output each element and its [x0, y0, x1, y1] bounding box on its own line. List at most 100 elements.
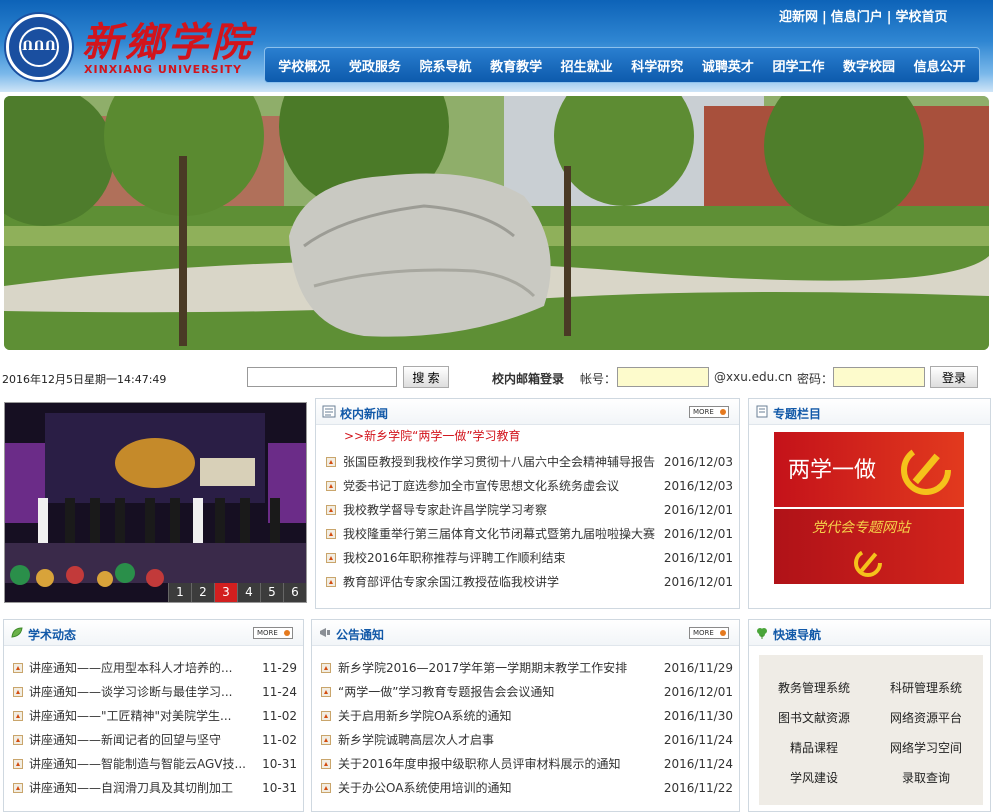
- nav-research[interactable]: 科学研究: [631, 56, 683, 75]
- nav-info-disclosure[interactable]: 信息公开: [914, 56, 966, 75]
- quicknav-grid: 教务管理系统 科研管理系统 图书文献资源 网络资源平台 精品课程 网络学习空间 …: [759, 655, 983, 805]
- mail-login-label: 校内邮箱登录: [492, 372, 565, 386]
- login-button[interactable]: 登录: [930, 366, 978, 388]
- list-item[interactable]: 关于启用新乡学院OA系统的通知 2016/11/30: [312, 704, 741, 728]
- top-link-freshman[interactable]: 迎新网: [779, 10, 818, 25]
- notices-header: 公告通知 MORE: [312, 620, 739, 646]
- list-item[interactable]: 关于办公OA系统使用培训的通知 2016/11/22: [312, 776, 741, 800]
- school-seal-logo[interactable]: ՈՈՈ: [6, 14, 72, 80]
- list-item[interactable]: 讲座通知——"工匠精神"对美院学生... 11-02: [4, 704, 305, 728]
- campus-news-more-button[interactable]: MORE: [689, 406, 729, 418]
- slideshow-pager: 1 2 3 4 5 6: [168, 583, 306, 602]
- list-item[interactable]: 我校教学督导专家赴许昌学院学习考察 2016/12/01: [316, 498, 741, 522]
- account-input[interactable]: [617, 367, 709, 387]
- quicknav-network-resources[interactable]: 网络资源平台: [890, 709, 962, 726]
- list-item[interactable]: 我校2016年职称推荐与评聘工作顺利结束 2016/12/01: [316, 546, 741, 570]
- campus-news-title: 校内新闻: [340, 407, 389, 421]
- list-item[interactable]: 教育部评估专家余国江教授莅临我校讲学 2016/12/01: [316, 570, 741, 594]
- news-date: 2016/12/01: [663, 527, 733, 541]
- school-name-logo[interactable]: 新鄉学院: [82, 10, 254, 68]
- arrow-bullet-icon: [326, 577, 336, 587]
- nav-youth-league[interactable]: 团学工作: [772, 56, 824, 75]
- document-icon: [756, 405, 768, 418]
- seal-emblem: ՈՈՈ: [19, 27, 59, 67]
- news-date: 2016/12/01: [663, 575, 733, 589]
- party-congress-banner[interactable]: 党代会专题网站: [774, 509, 964, 584]
- news-date: 2016/12/01: [663, 551, 733, 565]
- notices-list: 新乡学院2016—2017学年第一学期期末教学工作安排 2016/11/29 “两…: [312, 656, 741, 800]
- topics-header: 专题栏目: [749, 399, 990, 425]
- notices-more-button[interactable]: MORE: [689, 627, 729, 639]
- quicknav-library[interactable]: 图书文献资源: [778, 709, 850, 726]
- news-slideshow[interactable]: 1 2 3 4 5 6: [4, 402, 307, 603]
- search-input[interactable]: [247, 367, 397, 387]
- nav-departments[interactable]: 院系导航: [419, 56, 471, 75]
- list-item[interactable]: 张国臣教授到我校作学习贯彻十八届六中全会精神辅导报告 2016/12/03: [316, 450, 741, 474]
- current-datetime: 2016年12月5日星期一14:47:49: [2, 373, 167, 386]
- notice-date: 2016/11/22: [663, 781, 733, 795]
- two-studies-banner[interactable]: 两学一做: [774, 432, 964, 507]
- list-item[interactable]: 讲座通知——新闻记者的回望与坚守 11-02: [4, 728, 305, 752]
- arrow-bullet-icon: [326, 553, 336, 563]
- academic-title-text: 讲座通知——新闻记者的回望与坚守: [29, 733, 222, 747]
- list-item[interactable]: 新乡学院2016—2017学年第一学期期末教学工作安排 2016/11/29: [312, 656, 741, 680]
- academic-date: 11-02: [262, 733, 297, 747]
- academic-date: 11-24: [262, 685, 297, 699]
- slide-page-6[interactable]: 6: [283, 583, 306, 602]
- academic-more-button[interactable]: MORE: [253, 627, 293, 639]
- school-name-english: XINXIANG UNIVERSITY: [84, 63, 243, 76]
- slide-page-4[interactable]: 4: [237, 583, 260, 602]
- list-item[interactable]: 讲座通知——谈学习诊断与最佳学习... 11-24: [4, 680, 305, 704]
- search-button[interactable]: 搜 索: [403, 366, 449, 388]
- academic-list: 讲座通知——应用型本科人才培养的... 11-29 讲座通知——谈学习诊断与最佳学…: [4, 656, 305, 800]
- quicknav-admission-query[interactable]: 录取查询: [902, 769, 950, 786]
- list-item[interactable]: 新乡学院诚聘高层次人才启事 2016/11/24: [312, 728, 741, 752]
- list-item[interactable]: 讲座通知——自润滑刀具及其切削加工 10-31: [4, 776, 305, 800]
- campus-news-highlight[interactable]: >>新乡学院“两学一做”学习教育: [344, 427, 521, 444]
- party-emblem-icon: [854, 549, 882, 577]
- password-input[interactable]: [833, 367, 925, 387]
- nav-digital-campus[interactable]: 数字校园: [843, 56, 895, 75]
- site-header: ՈՈՈ 新鄉学院 XINXIANG UNIVERSITY 迎新网 | 信息门户 | 学校…: [0, 0, 993, 92]
- list-item[interactable]: 我校隆重举行第三届体育文化节闭幕式暨第九届啦啦操大赛 2016/12/01: [316, 522, 741, 546]
- list-item[interactable]: 党委书记丁庭选参加全市宣传思想文化系统务虚会议 2016/12/03: [316, 474, 741, 498]
- slide-page-3[interactable]: 3: [214, 583, 237, 602]
- quicknav-header: 快速导航: [749, 620, 990, 646]
- quicknav-study-style[interactable]: 学风建设: [790, 769, 838, 786]
- arrow-bullet-icon: [321, 663, 331, 673]
- quicknav-academic-affairs[interactable]: 教务管理系统: [778, 679, 850, 696]
- search-login-bar: 2016年12月5日星期一14:47:49 搜 索 校内邮箱登录 帐号： @xx…: [0, 362, 993, 392]
- slide-page-5[interactable]: 5: [260, 583, 283, 602]
- list-item[interactable]: 关于2016年度申报中级职称人员评审材料展示的通知 2016/11/24: [312, 752, 741, 776]
- list-item[interactable]: 讲座通知——智能制造与智能云AGV技... 10-31: [4, 752, 305, 776]
- notice-title: 关于2016年度申报中级职称人员评审材料展示的通知: [338, 757, 621, 771]
- news-title: 我校教学督导专家赴许昌学院学习考察: [343, 503, 548, 517]
- quicknav-quality-courses[interactable]: 精品课程: [790, 739, 838, 756]
- top-link-portal[interactable]: 信息门户: [831, 10, 883, 25]
- quicknav-research-mgmt[interactable]: 科研管理系统: [890, 679, 962, 696]
- newspaper-icon: [322, 405, 336, 418]
- notices-title: 公告通知: [336, 628, 385, 642]
- quicknav-panel: 快速导航 教务管理系统 科研管理系统 图书文献资源 网络资源平台 精品课程 网络…: [748, 619, 991, 812]
- party-congress-banner-text: 党代会专题网站: [812, 520, 910, 536]
- news-title: 我校2016年职称推荐与评聘工作顺利结束: [343, 551, 566, 565]
- campus-news-panel: 校内新闻 MORE >>新乡学院“两学一做”学习教育 张国臣教授到我校作学习贯彻…: [315, 398, 740, 609]
- news-date: 2016/12/03: [663, 455, 733, 469]
- slide-page-2[interactable]: 2: [191, 583, 214, 602]
- nav-party-admin[interactable]: 党政服务: [349, 56, 401, 75]
- nav-recruitment[interactable]: 诚聘英才: [702, 56, 754, 75]
- list-item[interactable]: 讲座通知——应用型本科人才培养的... 11-29: [4, 656, 305, 680]
- academic-title: 学术动态: [28, 628, 77, 642]
- arrow-bullet-icon: [13, 735, 23, 745]
- slideshow-photo: [5, 403, 306, 602]
- top-link-home[interactable]: 学校首页: [896, 10, 948, 25]
- academic-date: 11-29: [262, 661, 297, 675]
- quicknav-online-learning[interactable]: 网络学习空间: [890, 739, 962, 756]
- academic-date: 10-31: [262, 781, 297, 795]
- nav-about[interactable]: 学校概况: [278, 56, 330, 75]
- slide-page-1[interactable]: 1: [168, 583, 191, 602]
- nav-education[interactable]: 教育教学: [490, 56, 542, 75]
- news-date: 2016/12/03: [663, 479, 733, 493]
- nav-admissions[interactable]: 招生就业: [561, 56, 613, 75]
- list-item[interactable]: “两学一做”学习教育专题报告会会议通知 2016/12/01: [312, 680, 741, 704]
